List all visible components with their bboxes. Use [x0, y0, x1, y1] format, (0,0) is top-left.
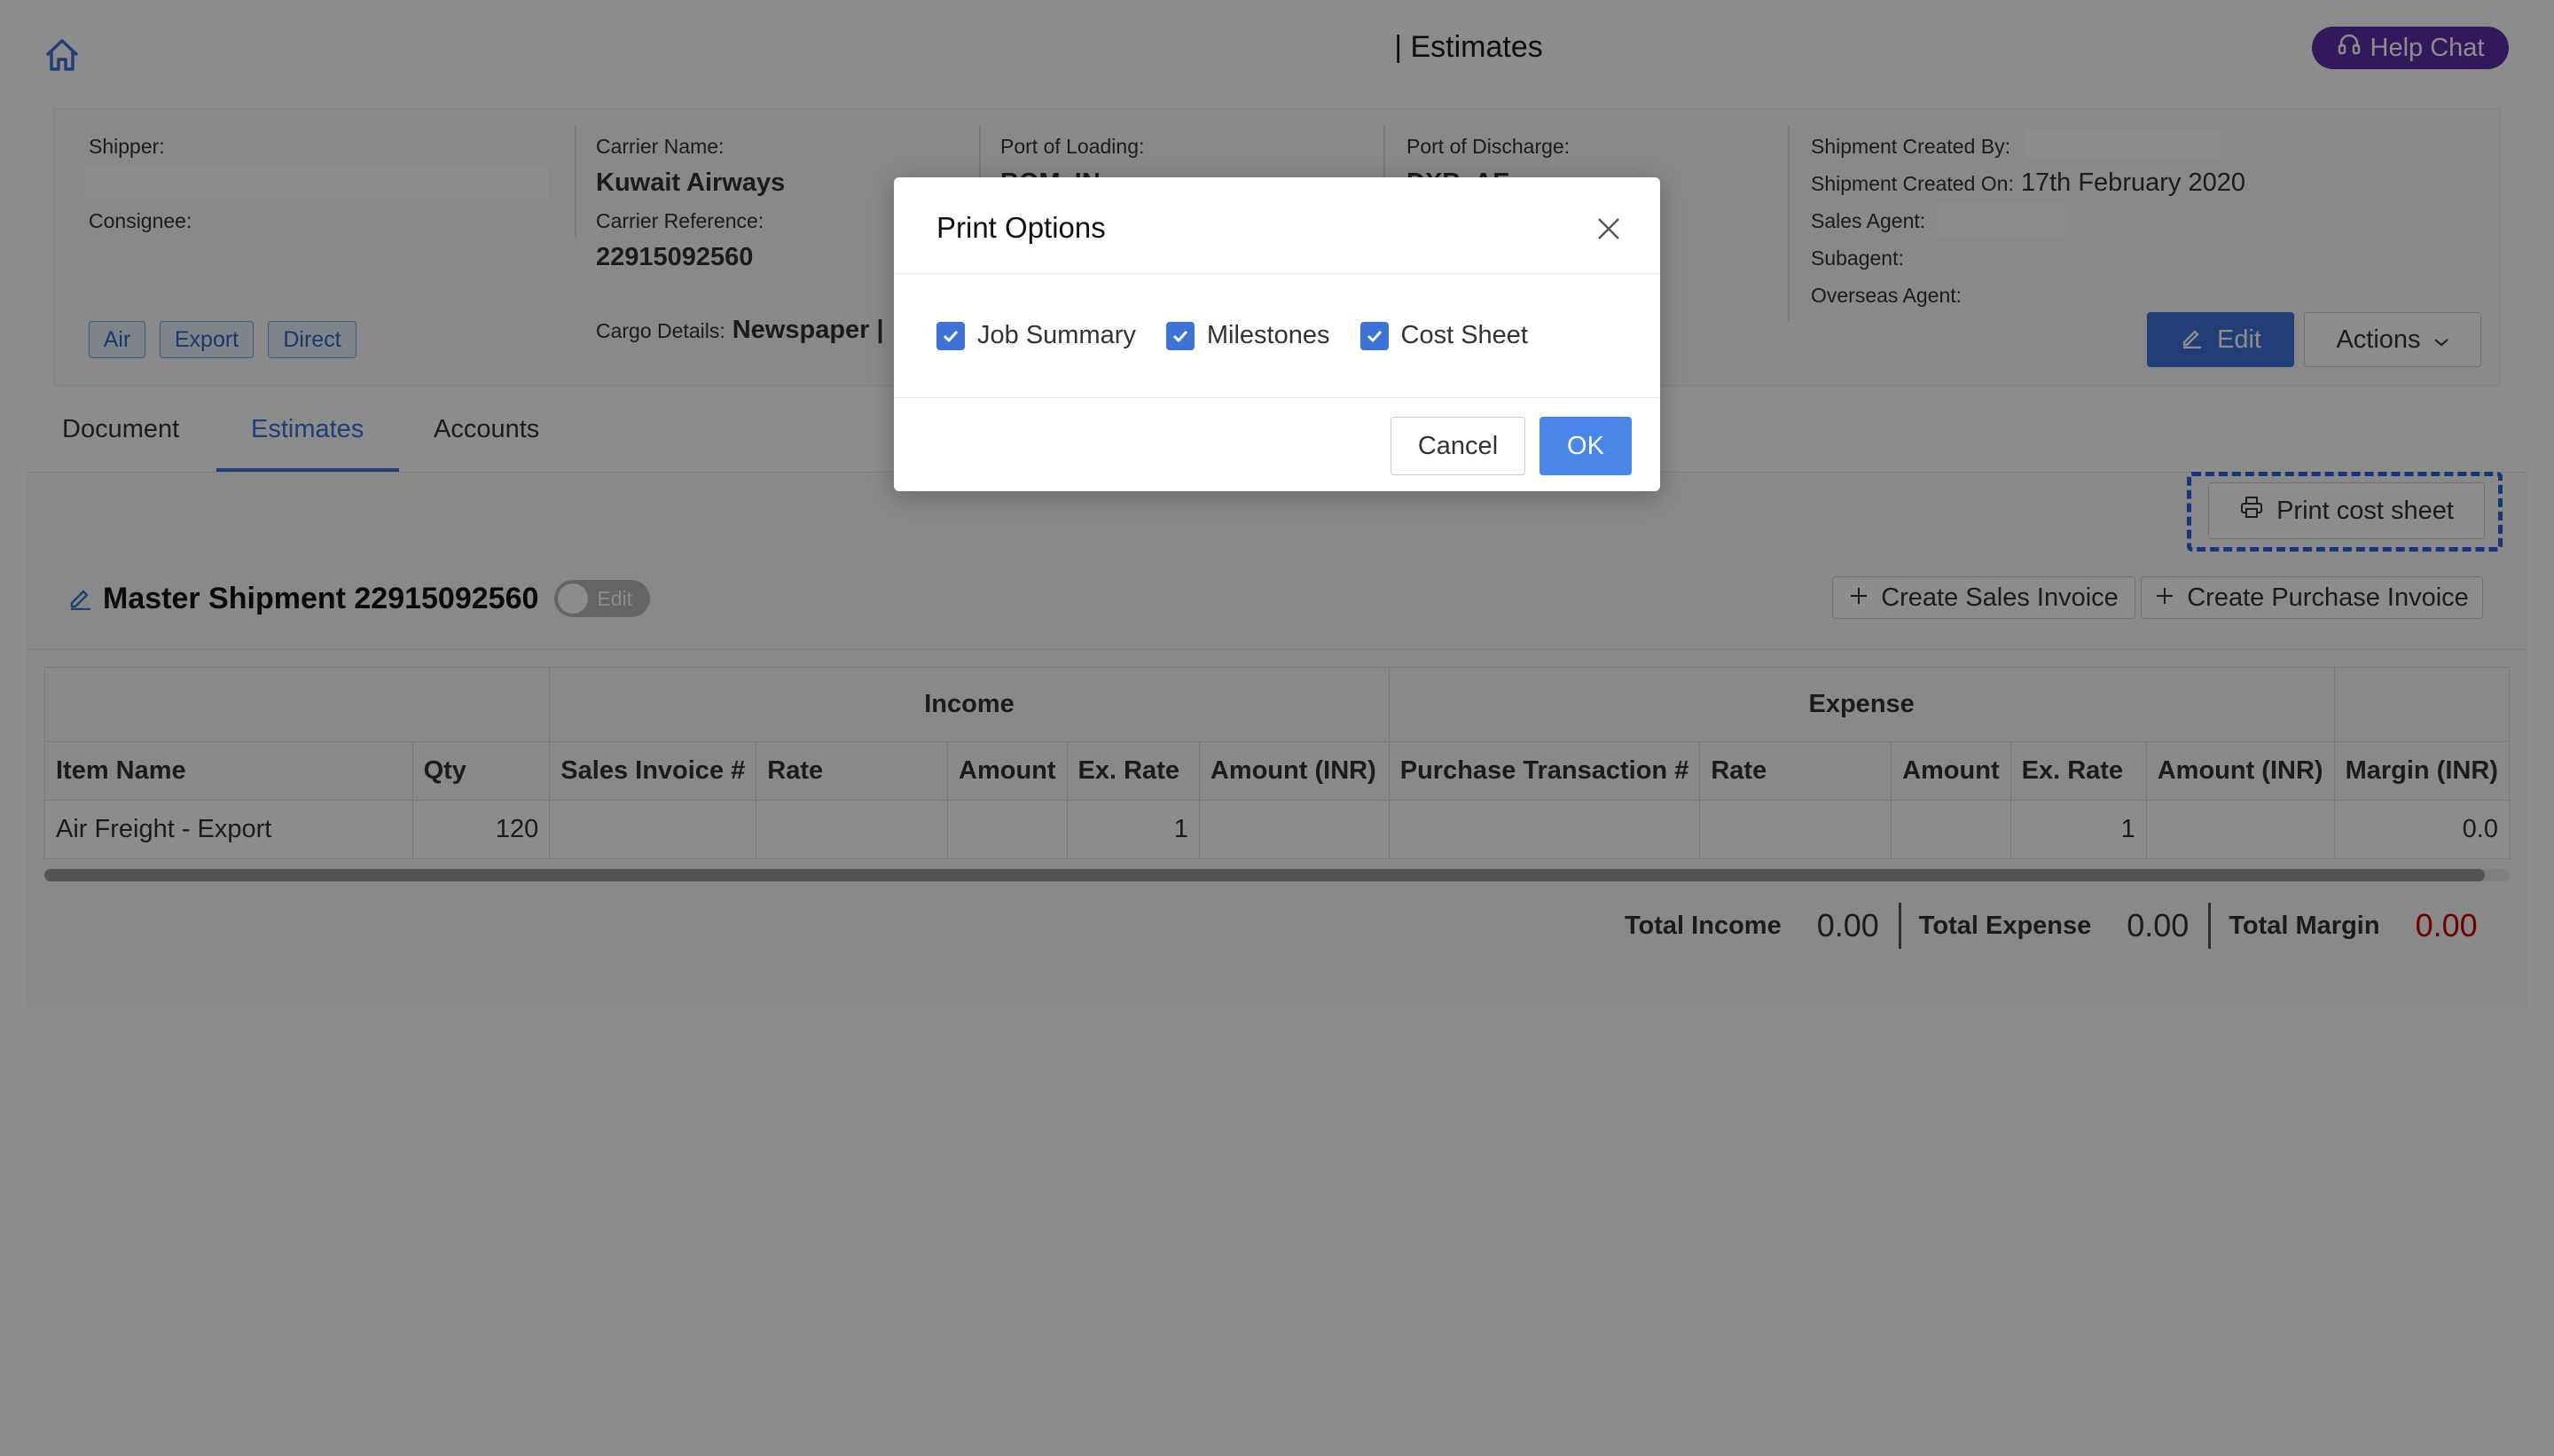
modal-title: Print Options: [936, 211, 1106, 244]
ok-button[interactable]: OK: [1539, 417, 1632, 475]
print-options-list: Job Summary Milestones Cost Sheet: [936, 321, 1558, 350]
modal-divider: [894, 397, 1660, 398]
print-options-modal: Print Options Job Summary Milestones Cos…: [894, 177, 1660, 491]
checkbox-milestones[interactable]: [1165, 321, 1195, 350]
option-label: Milestones: [1206, 321, 1330, 349]
modal-divider: [894, 273, 1660, 274]
checkmark-icon: [1367, 330, 1382, 342]
option-job-summary[interactable]: Job Summary: [936, 321, 1136, 350]
checkmark-icon: [1172, 330, 1188, 342]
option-milestones[interactable]: Milestones: [1165, 321, 1330, 350]
checkbox-cost-sheet[interactable]: [1359, 321, 1389, 350]
checkbox-job-summary[interactable]: [936, 321, 965, 350]
checkmark-icon: [943, 330, 959, 342]
option-cost-sheet[interactable]: Cost Sheet: [1359, 321, 1528, 350]
option-label: Job Summary: [977, 321, 1136, 349]
close-icon[interactable]: [1594, 215, 1623, 243]
option-label: Cost Sheet: [1400, 321, 1528, 349]
cancel-button[interactable]: Cancel: [1391, 417, 1525, 475]
